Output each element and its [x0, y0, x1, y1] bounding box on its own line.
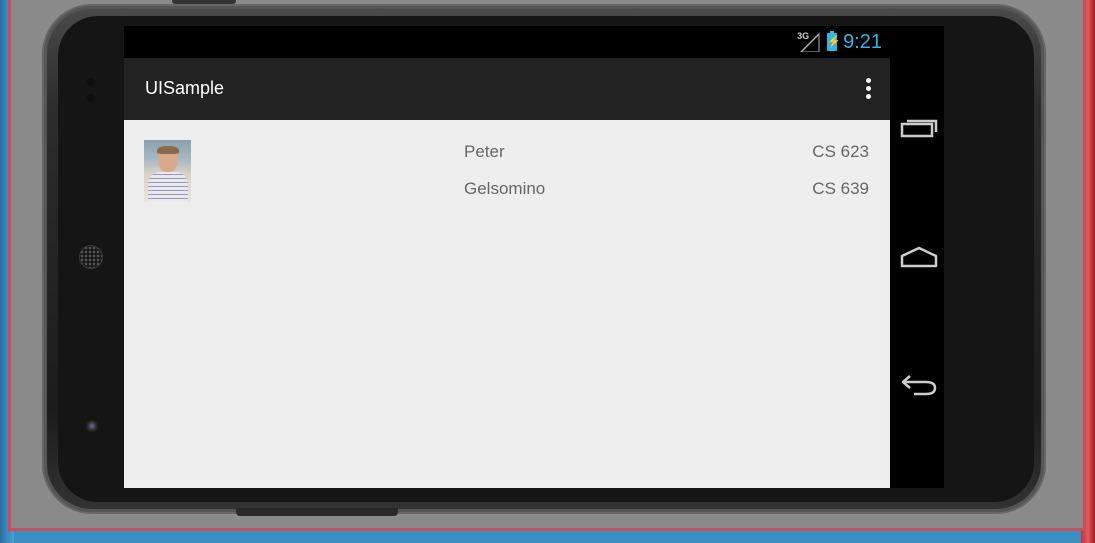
status-bar: 3G ⚡ 9:21	[124, 26, 890, 58]
person-name: Peter	[464, 142, 505, 161]
power-button	[172, 0, 236, 4]
app-title: UISample	[145, 78, 225, 98]
action-bar: UISample	[124, 58, 890, 120]
front-camera	[86, 420, 98, 432]
light-sensor	[87, 94, 95, 102]
status-clock: 9:21	[843, 30, 882, 53]
overflow-menu-icon[interactable]	[860, 76, 876, 102]
device-screen: 3G ⚡ 9:21 UISample Peter CS 623 Gelsomin…	[124, 26, 944, 488]
content-list: Peter CS 623 Gelsomino CS 639	[124, 120, 890, 488]
list-item[interactable]: Gelsomino CS 639	[124, 179, 890, 209]
home-icon[interactable]	[900, 242, 938, 270]
course-code: CS 623	[812, 142, 869, 161]
battery-charging-icon: ⚡	[827, 31, 841, 51]
course-code: CS 639	[812, 179, 869, 198]
signal-3g-icon: 3G	[797, 31, 821, 52]
back-icon[interactable]	[900, 370, 938, 398]
list-item[interactable]: Peter CS 623	[124, 142, 890, 172]
status-icons: 3G ⚡ 9:21	[797, 31, 882, 53]
proximity-sensor	[87, 78, 95, 86]
person-name: Gelsomino	[464, 179, 546, 198]
speaker-grille	[80, 246, 102, 268]
phone-bottom-edge	[236, 508, 398, 516]
navigation-bar	[890, 26, 944, 488]
recent-apps-icon[interactable]	[900, 114, 938, 142]
